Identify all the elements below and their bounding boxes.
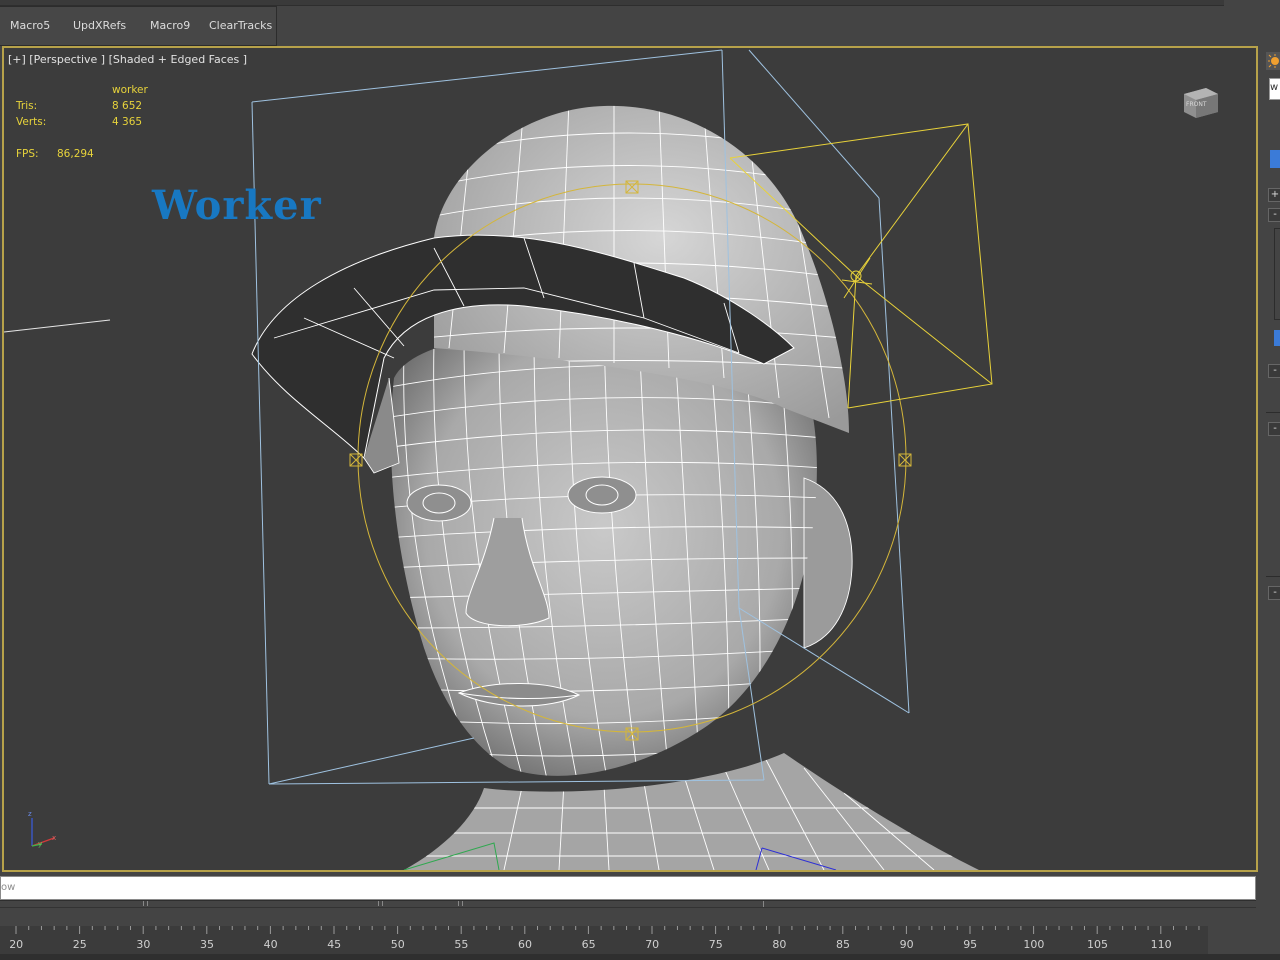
track-key[interactable]	[458, 901, 463, 906]
ruler-label: 60	[518, 938, 532, 951]
ruler-label: 65	[581, 938, 596, 951]
sun-icon	[1268, 54, 1279, 68]
ruler-label: 25	[72, 938, 87, 951]
macro5-button[interactable]: Macro5	[10, 19, 50, 32]
cleartracks-button[interactable]: ClearTracks	[209, 19, 272, 32]
verts-value: 4 365	[112, 116, 143, 128]
time-ruler[interactable]: 20 25 30 35 40 45 50 55 60 65 70 75 80 85 90 95 100 105 11…	[0, 926, 1208, 954]
worker-title: Worker	[152, 182, 322, 229]
ruler-label: 45	[327, 938, 342, 951]
ruler-label: 95	[963, 938, 978, 951]
track-key[interactable]	[763, 901, 764, 907]
ruler-label: 105	[1087, 938, 1108, 951]
verts-label: Verts:	[16, 116, 47, 128]
macro-button-group: Macro5 UpdXRefs Macro9 ClearTracks	[0, 6, 277, 46]
prompt-line[interactable]: ow	[0, 876, 1256, 900]
fps-value: 86,294	[57, 148, 94, 160]
ruler-label: 50	[390, 938, 405, 951]
viewcube-face-label: FRONT	[1186, 101, 1207, 108]
axis-y-label: y	[38, 840, 43, 848]
macro9-button[interactable]: Macro9	[150, 19, 190, 32]
track-bar-line	[0, 901, 1256, 908]
status-bar-strip	[0, 954, 1280, 960]
command-panel: w + - - - -	[1258, 46, 1280, 876]
ruler-label: 90	[899, 938, 914, 951]
neck-mesh	[404, 753, 979, 870]
object-color-swatch[interactable]	[1270, 150, 1280, 168]
rollout-toggle-1[interactable]: +	[1268, 188, 1280, 202]
grid-line	[4, 319, 111, 333]
axis-x-label: x	[52, 834, 57, 842]
scene-render	[4, 49, 993, 870]
track-key[interactable]	[378, 901, 383, 906]
track-key[interactable]	[143, 901, 148, 906]
panel-divider	[1266, 412, 1280, 413]
axis-z-label: z	[28, 810, 32, 818]
ruler-label: 20	[9, 938, 24, 951]
ruler-label: 75	[708, 938, 723, 951]
viewport-label[interactable]: [+] [Perspective ] [Shaded + Edged Faces…	[8, 53, 247, 66]
ruler-label: 35	[200, 938, 214, 951]
ruler-label: 55	[454, 938, 469, 951]
ruler-label: 110	[1150, 938, 1172, 951]
rollout-toggle-5[interactable]: -	[1268, 586, 1280, 600]
ruler-label: 30	[136, 938, 151, 951]
object-name: worker	[112, 84, 148, 96]
viewcube-icon[interactable]: FRONT	[1180, 84, 1220, 120]
macro-toolbar: Macro5 UpdXRefs Macro9 ClearTracks	[0, 0, 1280, 46]
rollout-toggle-4[interactable]: -	[1268, 422, 1280, 436]
updxrefs-button[interactable]: UpdXRefs	[73, 19, 126, 32]
axis-tripod	[31, 818, 55, 847]
panel-divider	[1266, 576, 1280, 577]
ruler-end-panel	[1208, 926, 1280, 954]
ruler-label: 40	[263, 938, 278, 951]
object-name-field[interactable]: w	[1269, 78, 1280, 100]
rollout-toggle-2[interactable]: -	[1268, 208, 1280, 222]
tris-label: Tris:	[16, 100, 38, 112]
panel-accent	[1274, 330, 1280, 346]
ruler-label: 100	[1023, 938, 1045, 951]
rollout-toggle-3[interactable]: -	[1268, 364, 1280, 378]
rollout-box	[1274, 228, 1280, 320]
ruler-label: 70	[645, 938, 660, 951]
track-bar[interactable]	[0, 900, 1256, 927]
fps-label: FPS:	[16, 148, 39, 160]
ruler-label: 85	[836, 938, 850, 951]
perspective-viewport[interactable]: [+] [Perspective ] [Shaded + Edged Faces…	[2, 46, 1258, 872]
ruler-label: 80	[772, 938, 787, 951]
tris-value: 8 652	[112, 100, 143, 112]
panel-tab-create[interactable]	[1266, 52, 1280, 70]
